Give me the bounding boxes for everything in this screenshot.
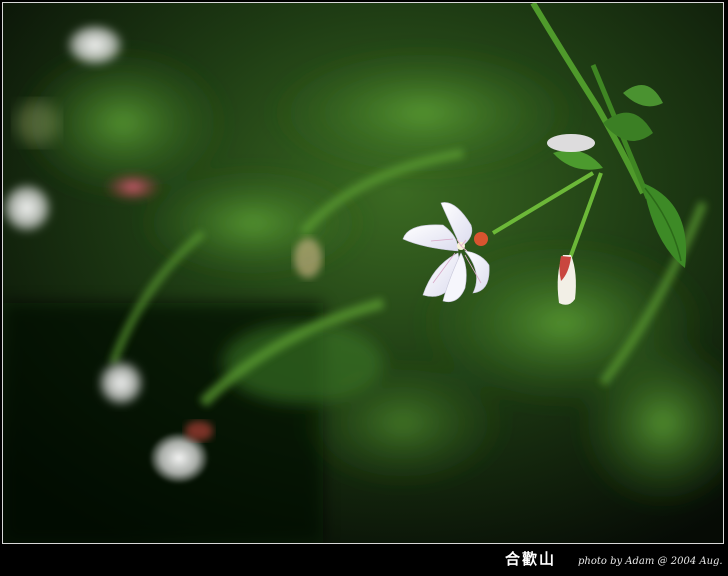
photo-frame: 合歡山 photo by Adam @ 2004 Aug. [0, 0, 728, 576]
caption-credit: photo by Adam @ 2004 Aug. [578, 556, 723, 567]
caption-title: 合歡山 [505, 550, 557, 568]
flower-photo [3, 3, 723, 543]
photo-border [2, 2, 724, 544]
hanging-bud [557, 255, 576, 305]
